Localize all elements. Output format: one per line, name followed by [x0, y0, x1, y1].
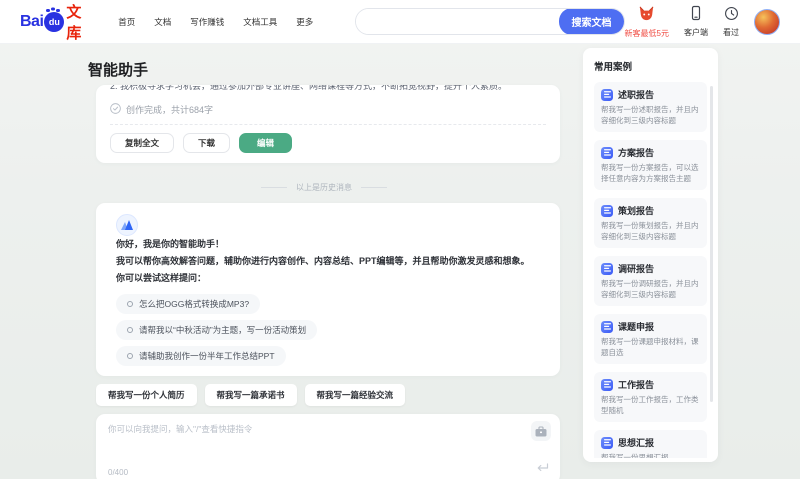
baidu-paw-icon: du [44, 8, 65, 32]
divider-line [361, 186, 387, 188]
document-icon [601, 436, 613, 449]
search-bar: 搜索文档 [355, 8, 625, 35]
suggestion-label: 请辅助我创作一份半年工作总结PPT [139, 351, 275, 361]
search-docs-button[interactable]: 搜索文档 [558, 9, 624, 34]
nav-item[interactable]: 文档工具 [243, 16, 277, 28]
case-title: 工作报告 [618, 380, 655, 390]
document-icon [601, 378, 613, 391]
case-card[interactable]: 策划报告 帮我写一份策划报告，并且内容细化到三级内容标题 [594, 198, 707, 248]
logo-text-bai: Bai [20, 12, 44, 30]
cases-panel-title: 常用案例 [594, 62, 633, 73]
quick-prompt-row: 帮我写一份个人简历 帮我写一篇承诺书 帮我写一篇经验交流 [96, 384, 560, 406]
client-label: 客户端 [684, 28, 708, 37]
message-input-card: 0/400 [96, 414, 560, 479]
case-title: 策划报告 [618, 206, 655, 216]
assistant-intro: 我可以帮你高效解答问题，辅助你进行内容创作、内容总结、PPT编辑等，并且帮助你激… [116, 256, 530, 266]
download-button[interactable]: 下载 [183, 133, 231, 153]
case-description: 帮我写一份策划报告，并且内容细化到三级内容标题 [601, 221, 699, 241]
suggestion-label: 怎么把OGG格式转换成MP3? [139, 299, 250, 309]
suggestion-list: 怎么把OGG格式转换成MP3? 请帮我以“中秋活动”为主题，写一份活动策划 请辅… [116, 294, 540, 366]
message-input[interactable] [108, 423, 523, 459]
top-navbar: Bai du 文库 首页 文档 写作赚钱 文档工具 更多 搜索文档 新客最低5元 客户端… [0, 0, 800, 44]
copy-full-text-button[interactable]: 复制全文 [110, 133, 175, 153]
case-description: 帮我写一份工作报告，工作类型随机 [601, 395, 699, 415]
phone-icon [689, 5, 703, 26]
search-input[interactable] [356, 9, 560, 34]
case-card[interactable]: 调研报告 帮我写一份调研报告，并且内容细化到三级内容标题 [594, 256, 707, 306]
case-card[interactable]: 思想汇报 帮我写一份思想汇报 [594, 430, 707, 458]
case-description: 帮我写一份调研报告，并且内容细化到三级内容标题 [601, 279, 699, 299]
assistant-avatar [116, 214, 138, 236]
case-title: 思想汇报 [618, 438, 655, 448]
divider-line [261, 186, 287, 188]
case-card[interactable]: 工作报告 帮我写一份工作报告，工作类型随机 [594, 372, 707, 422]
case-card[interactable]: 课题申报 帮我写一份课题申报材料，课题自选 [594, 314, 707, 364]
promo-label: 新客最低5元 [624, 28, 669, 38]
nav-item[interactable]: 首页 [118, 16, 135, 28]
suggestion-label: 请帮我以“中秋活动”为主题，写一份活动策划 [139, 325, 307, 335]
creation-status: 创作完成，共计684字 [110, 103, 546, 116]
bullet-circle-icon [127, 327, 133, 333]
toolbox-button[interactable] [531, 421, 551, 441]
bullet-circle-icon [127, 353, 133, 359]
viewed-entry[interactable]: 看过 [723, 6, 739, 38]
document-icon [601, 320, 613, 333]
promo-entry[interactable]: 新客最低5元 [625, 5, 669, 39]
send-enter-icon[interactable] [536, 460, 549, 478]
viewed-label: 看过 [723, 27, 739, 37]
history-actions: 复制全文 下载 编辑 [110, 133, 546, 153]
document-icon [601, 88, 613, 101]
assistant-greeting: 你好，我是你的智能助手！ [116, 239, 225, 249]
assistant-message-card: 你好，我是你的智能助手！ 我可以帮你高效解答问题，辅助你进行内容创作、内容总结、… [96, 203, 560, 376]
sidebar-scrollbar[interactable] [710, 86, 713, 402]
check-circle-icon [110, 103, 121, 116]
page-title: 智能助手 [88, 62, 149, 79]
clipped-history-text: 2. 我积极寻求学习机会，通过参加外部专业讲座、网络课程等方式，不断拓宽视野，提… [110, 85, 508, 91]
main-nav: 首页 文档 写作赚钱 文档工具 更多 [118, 16, 313, 28]
bullet-circle-icon [127, 301, 133, 307]
edit-button[interactable]: 编辑 [239, 133, 293, 153]
header-actions: 新客最低5元 客户端 看过 [625, 5, 780, 39]
briefcase-icon [535, 425, 547, 436]
case-title: 课题申报 [618, 322, 655, 332]
case-title: 方案报告 [618, 148, 655, 158]
case-list: 述职报告 帮我写一份述职报告，并且内容细化到三级内容标题 方案报告 帮我写一份方… [594, 82, 707, 458]
assistant-prompt-hint: 你可以尝试这样提问： [116, 273, 207, 283]
logo-text-wenku: 文库 [66, 3, 82, 42]
nav-item[interactable]: 写作赚钱 [190, 16, 224, 28]
suggestion-chip[interactable]: 请帮我以“中秋活动”为主题，写一份活动策划 [116, 320, 318, 340]
clock-icon [724, 6, 739, 26]
case-description: 帮我写一份述职报告，并且内容细化到三级内容标题 [601, 105, 699, 125]
case-description: 帮我写一份课题申报材料，课题自选 [601, 337, 699, 357]
case-title: 述职报告 [618, 90, 655, 100]
case-card[interactable]: 方案报告 帮我写一份方案报告，可以选择任意内容为方案报告主题 [594, 140, 707, 190]
quick-prompt-chip[interactable]: 帮我写一篇经验交流 [304, 384, 406, 406]
case-description: 帮我写一份方案报告，可以选择任意内容为方案报告主题 [601, 163, 699, 183]
case-description: 帮我写一份思想汇报 [601, 453, 669, 458]
user-avatar[interactable] [754, 8, 780, 35]
document-icon [601, 146, 613, 159]
dashed-divider [110, 124, 546, 125]
baidu-wenku-logo[interactable]: Bai du 文库 [20, 1, 96, 43]
case-card[interactable]: 述职报告 帮我写一份述职报告，并且内容细化到三级内容标题 [594, 82, 707, 132]
assistant-main: 智能助手 2. 我积极寻求学习机会，通过参加外部专业讲座、网络课程等方式，不断拓… [88, 44, 560, 479]
document-icon [601, 204, 613, 217]
document-icon [601, 262, 613, 275]
status-text: 创作完成，共计684字 [126, 105, 214, 115]
history-divider: 以上是历史消息 [88, 181, 560, 193]
mountain-logo-icon [121, 220, 133, 230]
common-cases-panel: 常用案例 述职报告 帮我写一份述职报告，并且内容细化到三级内容标题 方案报告 帮… [583, 48, 718, 462]
nav-item[interactable]: 更多 [296, 16, 313, 28]
suggestion-chip[interactable]: 请辅助我创作一份半年工作总结PPT [116, 346, 286, 366]
nav-item[interactable]: 文档 [154, 16, 171, 28]
quick-prompt-chip[interactable]: 帮我写一篇承诺书 [204, 384, 297, 406]
divider-text: 以上是历史消息 [296, 182, 352, 192]
quick-prompt-chip[interactable]: 帮我写一份个人简历 [96, 384, 197, 406]
case-title: 调研报告 [618, 264, 655, 274]
history-result-card: 2. 我积极寻求学习机会，通过参加外部专业讲座、网络课程等方式，不断拓宽视野，提… [96, 85, 560, 163]
client-entry[interactable]: 客户端 [684, 5, 708, 38]
mascot-icon [637, 5, 656, 27]
suggestion-chip[interactable]: 怎么把OGG格式转换成MP3? [116, 294, 261, 314]
char-counter: 0/400 [108, 468, 129, 477]
